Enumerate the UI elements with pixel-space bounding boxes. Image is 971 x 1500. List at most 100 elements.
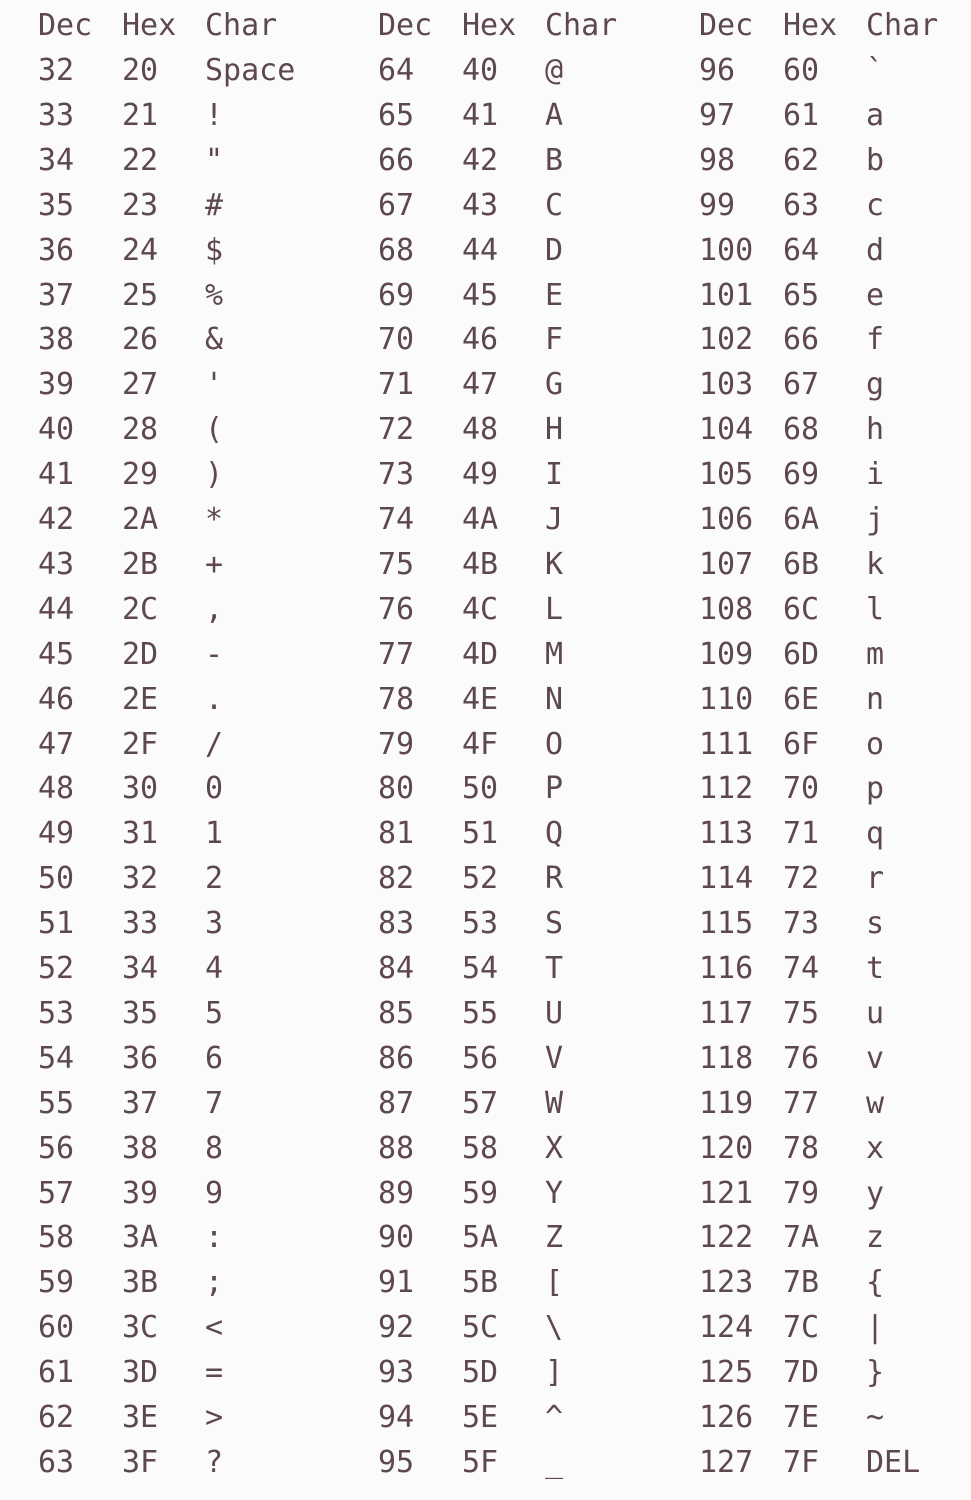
dec-cell: 55 xyxy=(38,1085,75,1121)
hex-cell: 74 xyxy=(783,951,820,986)
char-cell: e xyxy=(866,277,885,313)
dec-cell: 110 xyxy=(699,681,754,717)
dec-cell: 89 xyxy=(378,1175,415,1211)
dec-cell: 74 xyxy=(378,502,415,537)
hex-cell: 39 xyxy=(122,1175,159,1211)
dec-cell: 114 xyxy=(699,861,754,897)
hex-cell: 73 xyxy=(783,906,820,942)
dec-cell: 43 xyxy=(38,546,75,582)
dec-cell: 85 xyxy=(378,995,415,1031)
dec-cell: 69 xyxy=(378,277,415,313)
char-cell: A xyxy=(545,97,564,133)
hex-cell: 7A xyxy=(783,1220,820,1256)
char-cell: b xyxy=(866,142,885,178)
dec-cell: 87 xyxy=(378,1085,415,1121)
char-cell: z xyxy=(866,1220,885,1256)
char-cell: G xyxy=(545,367,564,403)
char-cell: 1 xyxy=(205,816,224,852)
hex-cell: 5A xyxy=(462,1220,499,1256)
dec-cell: 86 xyxy=(378,1040,415,1076)
hex-cell: 7B xyxy=(783,1265,820,1301)
hex-cell: 5C xyxy=(462,1310,499,1346)
hex-cell: 4E xyxy=(462,681,499,717)
char-cell: h xyxy=(866,412,885,448)
hex-cell: 72 xyxy=(783,861,820,897)
char-cell: 7 xyxy=(205,1085,224,1121)
dec-cell: 40 xyxy=(38,412,75,448)
hex-cell: 41 xyxy=(462,97,499,133)
char-cell: Y xyxy=(545,1175,564,1211)
char-cell: _ xyxy=(545,1444,564,1480)
char-cell: c xyxy=(866,187,885,223)
char-cell: 5 xyxy=(205,995,224,1031)
table-row: 54 36 6 86 56 V 118 76 v xyxy=(0,1036,971,1081)
hex-cell: 59 xyxy=(462,1175,499,1211)
table-row: 53 35 5 85 55 U 117 75 u xyxy=(0,991,971,1036)
dec-cell: 61 xyxy=(38,1355,75,1391)
hex-cell: 66 xyxy=(783,322,820,358)
char-cell: t xyxy=(866,951,885,986)
dec-cell: 118 xyxy=(699,1040,754,1076)
hex-cell: 37 xyxy=(122,1085,159,1121)
table-row: 40 28 (72 48 H 104 68 h xyxy=(0,407,971,452)
dec-cell: 48 xyxy=(38,771,75,807)
char-cell: ] xyxy=(545,1355,564,1391)
dec-cell: 59 xyxy=(38,1265,75,1301)
char-cell: \ xyxy=(545,1310,564,1346)
dec-cell: 57 xyxy=(38,1175,75,1211)
char-cell: ( xyxy=(205,412,224,448)
char-cell: ? xyxy=(205,1444,224,1480)
hex-cell: 4B xyxy=(462,546,499,582)
hex-cell: 7C xyxy=(783,1310,820,1346)
char-cell: r xyxy=(866,861,885,897)
hex-cell: 5D xyxy=(462,1355,499,1391)
char-cell: ; xyxy=(205,1265,224,1301)
char-cell: ) xyxy=(205,457,224,493)
dec-cell: 38 xyxy=(38,322,75,358)
table-row: 50 32 2 82 52 R 114 72 r xyxy=(0,856,971,901)
table-row: 51 33 3 83 53 S 115 73 s xyxy=(0,901,971,946)
hex-cell: 55 xyxy=(462,995,499,1031)
dec-cell: 37 xyxy=(38,277,75,313)
hex-cell: 36 xyxy=(122,1040,159,1076)
hex-cell: 67 xyxy=(783,367,820,403)
char-cell: > xyxy=(205,1400,224,1435)
hex-cell: 3C xyxy=(122,1310,159,1346)
ascii-table: Dec Hex Char Dec Hex Char Dec Hex Char 3… xyxy=(0,0,971,1500)
table-row: 36 24 $68 44 D 100 64 d xyxy=(0,228,971,273)
dec-cell: 32 xyxy=(38,53,75,88)
char-cell: Z xyxy=(545,1220,564,1256)
char-cell: k xyxy=(866,546,885,582)
dec-cell: 51 xyxy=(38,906,75,942)
char-cell: @ xyxy=(545,53,564,88)
dec-cell: 36 xyxy=(38,232,75,268)
char-cell: | xyxy=(866,1310,885,1346)
hex-cell: 48 xyxy=(462,412,499,448)
hex-cell: 68 xyxy=(783,412,820,448)
hex-cell: 42 xyxy=(462,142,499,178)
char-cell: o xyxy=(866,726,885,762)
dec-cell: 60 xyxy=(38,1310,75,1346)
char-cell: = xyxy=(205,1355,224,1391)
table-row: 48 30 0 80 50 P 112 70 p xyxy=(0,766,971,811)
dec-cell: 90 xyxy=(378,1220,415,1256)
dec-cell: 33 xyxy=(38,97,75,133)
dec-cell: 112 xyxy=(699,771,754,807)
dec-cell: 125 xyxy=(699,1355,754,1391)
char-cell: Q xyxy=(545,816,564,852)
hex-cell: 28 xyxy=(122,412,159,448)
dec-cell: 95 xyxy=(378,1444,415,1480)
dec-cell: 84 xyxy=(378,951,415,986)
hex-cell: 47 xyxy=(462,367,499,403)
char-cell: n xyxy=(866,681,885,717)
hex-cell: 65 xyxy=(783,277,820,313)
table-row: 38 26 & 70 46 F 102 66 f xyxy=(0,317,971,362)
dec-cell: 75 xyxy=(378,546,415,582)
hex-cell: 6A xyxy=(783,502,820,537)
hex-cell: 40 xyxy=(462,53,499,88)
dec-cell: 70 xyxy=(378,322,415,358)
char-cell: B xyxy=(545,142,564,178)
hex-cell: 35 xyxy=(122,995,159,1031)
hex-cell: 4C xyxy=(462,591,499,627)
char-cell: # xyxy=(205,187,224,223)
